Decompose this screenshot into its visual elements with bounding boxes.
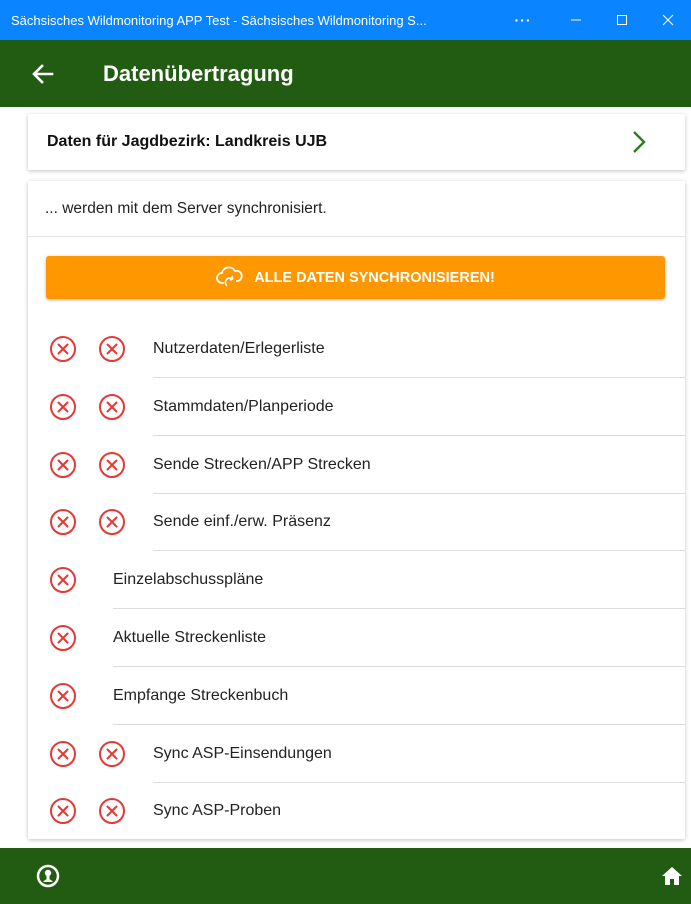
sync-item-label: Stammdaten/Planperiode <box>153 397 334 415</box>
error-status-icon <box>48 681 78 711</box>
sync-item-label: Einzelabschusspläne <box>113 571 264 589</box>
sync-item-label: Sync ASP-Proben <box>153 802 282 820</box>
sync-item: Aktuelle Streckenliste <box>28 609 685 667</box>
chevron-right-icon <box>631 130 661 154</box>
sync-item: Nutzerdaten/Erlegerliste <box>28 320 685 378</box>
page-title: Datenübertragung <box>103 60 294 86</box>
sync-item-label: Aktuelle Streckenliste <box>113 629 266 646</box>
sync-item-label: Nutzerdaten/Erlegerliste <box>153 340 325 357</box>
home-icon <box>662 867 682 885</box>
error-status-icon <box>48 392 78 422</box>
error-status-icon <box>97 450 127 480</box>
account-button[interactable] <box>36 864 60 888</box>
cloud-sync-icon <box>216 266 244 290</box>
sync-item-label: Sync ASP-Einsendungen <box>153 744 332 762</box>
close-button[interactable] <box>645 0 691 40</box>
sync-item: Sende Strecken/APP Strecken <box>28 436 685 494</box>
error-status-icon <box>97 796 127 826</box>
maximize-icon <box>617 15 627 25</box>
bottom-bar <box>0 848 691 904</box>
app-bar: Datenübertragung <box>0 40 691 107</box>
minimize-button[interactable] <box>553 0 599 40</box>
error-status-icon <box>48 623 78 653</box>
sync-item: Stammdaten/Planperiode <box>28 378 685 436</box>
maximize-button[interactable] <box>599 0 645 40</box>
sync-item-label: Sende Strecken/APP Strecken <box>153 455 371 473</box>
error-status-icon <box>97 334 127 364</box>
sync-all-button[interactable]: ALLE DATEN SYNCHRONISIEREN! <box>46 256 665 299</box>
district-selector[interactable]: Daten für Jagdbezirk: Landkreis UJB <box>28 114 685 170</box>
close-icon <box>662 14 674 26</box>
window-title: Sächsisches Wildmonitoring APP Test - Sä… <box>11 12 427 28</box>
error-status-icon <box>97 392 127 422</box>
sync-card: ... werden mit dem Server synchronisiert… <box>28 181 685 839</box>
sync-all-label: ALLE DATEN SYNCHRONISIEREN! <box>254 269 495 286</box>
error-status-icon <box>48 450 78 480</box>
error-status-icon <box>48 796 78 826</box>
sync-item: Sende einf./erw. Präsenz <box>28 493 685 552</box>
arrow-left-icon <box>32 63 54 84</box>
sync-item: Sync ASP-Einsendungen <box>28 725 685 783</box>
sync-item-label: Sende einf./erw. Präsenz <box>153 513 331 531</box>
district-label: Daten für Jagdbezirk: Landkreis UJB <box>47 133 328 150</box>
window-titlebar: Sächsisches Wildmonitoring APP Test - Sä… <box>0 0 691 40</box>
home-button[interactable] <box>661 866 691 886</box>
sync-subtitle: ... werden mit dem Server synchronisiert… <box>28 181 685 237</box>
user-circle-icon <box>36 864 60 888</box>
error-status-icon <box>48 507 78 537</box>
error-status-icon <box>48 334 78 364</box>
back-button[interactable] <box>32 40 72 107</box>
sync-item: Einzelabschusspläne <box>28 551 685 610</box>
error-status-icon <box>48 739 78 769</box>
minimize-icon <box>571 19 581 21</box>
sync-item-label: Empfange Streckenbuch <box>113 686 289 704</box>
error-status-icon <box>48 565 78 595</box>
error-status-icon <box>97 739 127 769</box>
sync-item: Empfange Streckenbuch <box>28 667 685 725</box>
more-options-button[interactable]: ··· <box>493 0 553 40</box>
sync-item: Sync ASP-Proben <box>28 782 685 840</box>
error-status-icon <box>97 507 127 537</box>
